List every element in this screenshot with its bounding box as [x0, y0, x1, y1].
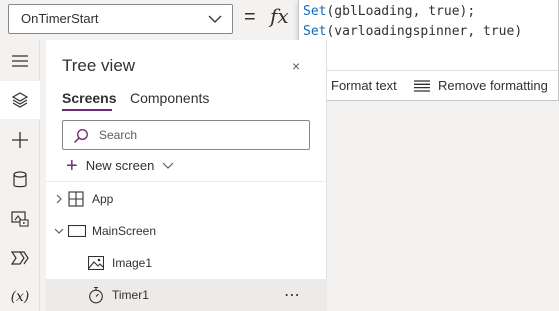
equals-sign: =: [244, 6, 256, 28]
formula-args: (varloadingspinner, true): [326, 24, 523, 39]
chevron-down-icon: [162, 162, 174, 169]
tree-item-label: Timer1: [112, 288, 149, 302]
flow-icon: [11, 251, 29, 265]
tree-view-button[interactable]: [0, 81, 40, 119]
app-icon: [68, 191, 84, 207]
chevron-down-icon: [208, 15, 222, 23]
power-automate-button[interactable]: [0, 239, 40, 277]
formula-args: (gblLoading, true);: [326, 4, 476, 19]
tree-item-app[interactable]: App: [46, 183, 327, 215]
hamburger-icon: [12, 55, 28, 67]
insert-button[interactable]: [0, 121, 40, 159]
format-text-label: Format text: [331, 78, 397, 93]
plus-icon: +: [66, 154, 78, 177]
remove-formatting-button[interactable]: Remove formatting: [414, 78, 548, 93]
more-options-icon[interactable]: ⋯: [284, 285, 301, 305]
tab-screens[interactable]: Screens: [62, 90, 116, 106]
search-input[interactable]: Search: [62, 120, 310, 150]
media-button[interactable]: [0, 200, 40, 238]
formula-function: Set: [303, 24, 327, 39]
formula-line-1: Set(gblLoading, true);: [303, 2, 558, 22]
media-icon: [11, 211, 29, 227]
formula-editor[interactable]: Set(gblLoading, true); Set(varloadingspin…: [299, 2, 558, 66]
data-button[interactable]: [0, 161, 40, 199]
tree-item-label: App: [92, 192, 114, 206]
screen-icon: [68, 225, 86, 237]
formula-popup: Set(gblLoading, true); Set(varloadingspin…: [298, 0, 559, 101]
new-screen-label: New screen: [85, 158, 155, 173]
hamburger-button[interactable]: [0, 42, 40, 80]
database-icon: [13, 171, 27, 188]
tree-item-mainscreen[interactable]: MainScreen: [46, 215, 327, 247]
chevron-right-icon: [56, 194, 62, 204]
canvas-area: [327, 101, 559, 311]
tree-item-image1[interactable]: Image1: [46, 247, 327, 279]
tab-components[interactable]: Components: [130, 90, 209, 106]
chevron-down-icon: [54, 228, 64, 234]
property-dropdown[interactable]: OnTimerStart: [8, 4, 233, 34]
remove-formatting-label: Remove formatting: [438, 78, 548, 93]
divider: [46, 181, 327, 182]
close-panel-icon[interactable]: ×: [292, 58, 300, 74]
formula-function: Set: [303, 4, 327, 19]
tree-item-timer1[interactable]: Timer1 ⋯: [46, 279, 327, 311]
search-placeholder: Search: [99, 128, 138, 142]
active-tab-indicator: [62, 109, 112, 111]
panel-title: Tree view: [62, 56, 136, 75]
image-icon: [88, 256, 104, 270]
search-icon: [73, 129, 88, 144]
formula-line-2: Set(varloadingspinner, true): [303, 22, 558, 42]
fx-icon: fx: [270, 4, 289, 28]
new-screen-button[interactable]: + New screen: [66, 154, 174, 177]
variables-button[interactable]: (x): [0, 278, 40, 311]
plus-icon: [12, 132, 28, 148]
left-rail: (x): [0, 40, 40, 311]
tree-item-label: MainScreen: [92, 224, 157, 238]
tree-item-label: Image1: [112, 256, 153, 270]
variables-icon: (x): [10, 289, 30, 305]
remove-formatting-icon: [414, 79, 430, 92]
formula-actions: Format text Remove formatting: [299, 70, 558, 101]
layers-icon: [11, 92, 29, 108]
timer-icon: [89, 286, 103, 304]
tree-view-panel: Tree view × Screens Components Search + …: [46, 40, 327, 311]
property-dropdown-value: OnTimerStart: [21, 11, 99, 26]
